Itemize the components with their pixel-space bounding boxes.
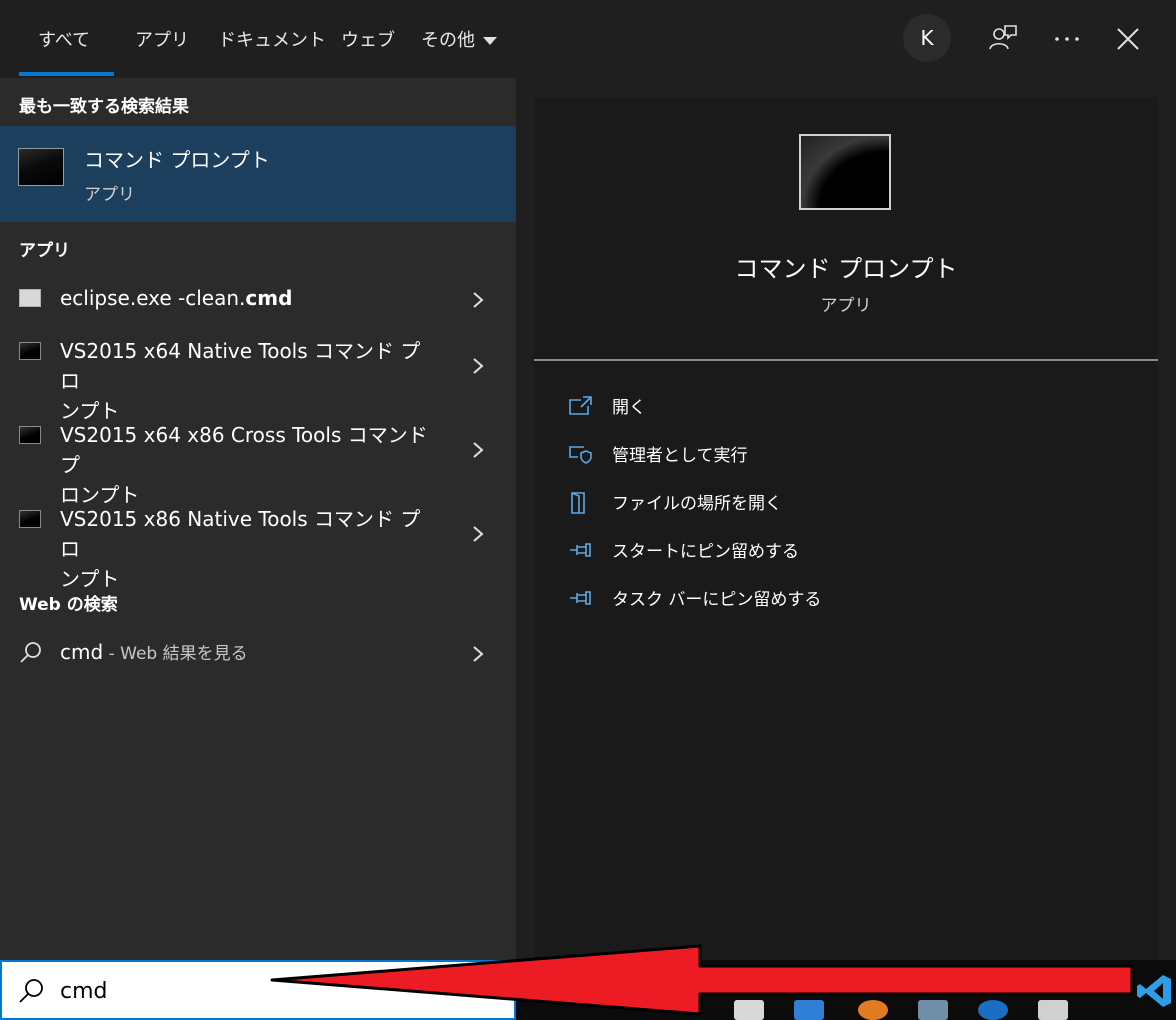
preview-pane: コマンド プロンプト アプリ 開く 管理者として実行 ファイルの場所を開く スタ… (534, 97, 1158, 960)
tab-documents[interactable]: ドキュメント (218, 26, 326, 52)
shield-icon (569, 446, 592, 464)
web-search-label: cmd - Web 結果を見る (60, 637, 430, 669)
web-search-item[interactable]: cmd - Web 結果を見る (0, 634, 516, 670)
list-item-text: VS2015 x64 Native Tools コマンド プロ (60, 339, 421, 393)
list-item[interactable]: eclipse.exe -clean.cmd (0, 280, 516, 316)
list-item-match: cmd (245, 286, 293, 310)
feedback-icon[interactable] (986, 22, 1020, 56)
chevron-down-icon (483, 37, 497, 45)
list-item[interactable]: VS2015 x86 Native Tools コマンド プロンプト (0, 504, 516, 591)
list-item-label: VS2015 x86 Native Tools コマンド プロンプト (60, 504, 430, 594)
list-item[interactable]: VS2015 x64 Native Tools コマンド プロ ンプト (0, 336, 516, 423)
list-item-label: VS2015 x64 x86 Cross Tools コマンド プロンプト (60, 420, 430, 510)
command-prompt-icon (19, 510, 41, 528)
list-item-label: VS2015 x64 Native Tools コマンド プロ ンプト (60, 336, 430, 426)
action-label: 管理者として実行 (612, 446, 748, 466)
annotation-arrow (270, 944, 1134, 1016)
tab-apps[interactable]: アプリ (135, 26, 189, 52)
action-pin-to-taskbar[interactable]: タスク バーにピン留めする (568, 583, 1128, 613)
tab-web[interactable]: ウェブ (341, 26, 395, 52)
best-match-subtitle: アプリ (84, 185, 135, 205)
command-prompt-icon (19, 426, 41, 444)
list-item-label: eclipse.exe -clean.cmd (60, 283, 430, 313)
action-pin-to-start[interactable]: スタートにピン留めする (568, 535, 1128, 565)
file-location-icon (571, 492, 585, 514)
preview-title: コマンド プロンプト (734, 255, 958, 283)
list-item-text: eclipse.exe -clean. (60, 286, 246, 310)
active-tab-indicator (19, 72, 114, 76)
tab-more[interactable]: その他 (421, 26, 497, 52)
open-icon (569, 396, 592, 415)
results-pane: 最も一致する検索結果 コマンド プロンプト アプリ アプリ eclipse.ex… (0, 78, 516, 960)
tab-more-label: その他 (421, 30, 475, 51)
pin-icon (570, 591, 591, 605)
chevron-right-icon[interactable] (470, 440, 486, 460)
list-item-text: VS2015 x86 Native Tools コマンド プロ (60, 507, 421, 561)
action-label: タスク バーにピン留めする (612, 590, 822, 610)
list-item[interactable]: VS2015 x64 x86 Cross Tools コマンド プロンプト (0, 420, 516, 507)
list-item-text-line2: ンプト (60, 567, 120, 591)
chevron-right-icon[interactable] (470, 524, 486, 544)
action-label: ファイルの場所を開く (612, 494, 782, 514)
list-item-text: VS2015 x64 x86 Cross Tools コマンド プ (60, 423, 428, 477)
cmd-file-icon (19, 289, 41, 307)
command-prompt-icon (19, 342, 41, 360)
search-icon (20, 642, 41, 663)
action-run-as-admin[interactable]: 管理者として実行 (568, 439, 1128, 469)
web-search-query: cmd (60, 640, 104, 664)
action-label: 開く (612, 398, 646, 418)
best-match-title: コマンド プロンプト (84, 148, 270, 172)
web-search-suffix: - Web 結果を見る (103, 644, 248, 664)
action-open-file-location[interactable]: ファイルの場所を開く (568, 487, 1128, 517)
avatar[interactable]: K (903, 14, 951, 62)
best-match-heading: 最も一致する検索結果 (19, 97, 189, 117)
apps-heading: アプリ (19, 241, 70, 261)
pin-icon (570, 543, 591, 557)
command-prompt-icon (18, 148, 64, 186)
web-search-heading: Web の検索 (19, 595, 118, 615)
close-icon[interactable] (1111, 22, 1145, 56)
tab-all[interactable]: すべて (38, 26, 90, 52)
preview-subtitle: アプリ (820, 296, 872, 316)
action-open[interactable]: 開く (568, 391, 1128, 421)
search-tabs-bar: すべて アプリ ドキュメント ウェブ その他 K (0, 0, 1176, 78)
best-match-item[interactable]: コマンド プロンプト アプリ (0, 126, 516, 222)
chevron-right-icon[interactable] (470, 644, 486, 664)
more-icon[interactable] (1050, 22, 1084, 56)
divider (534, 359, 1158, 361)
chevron-right-icon[interactable] (470, 356, 486, 376)
chevron-right-icon[interactable] (470, 290, 486, 310)
action-label: スタートにピン留めする (612, 542, 799, 562)
command-prompt-icon (799, 134, 891, 210)
